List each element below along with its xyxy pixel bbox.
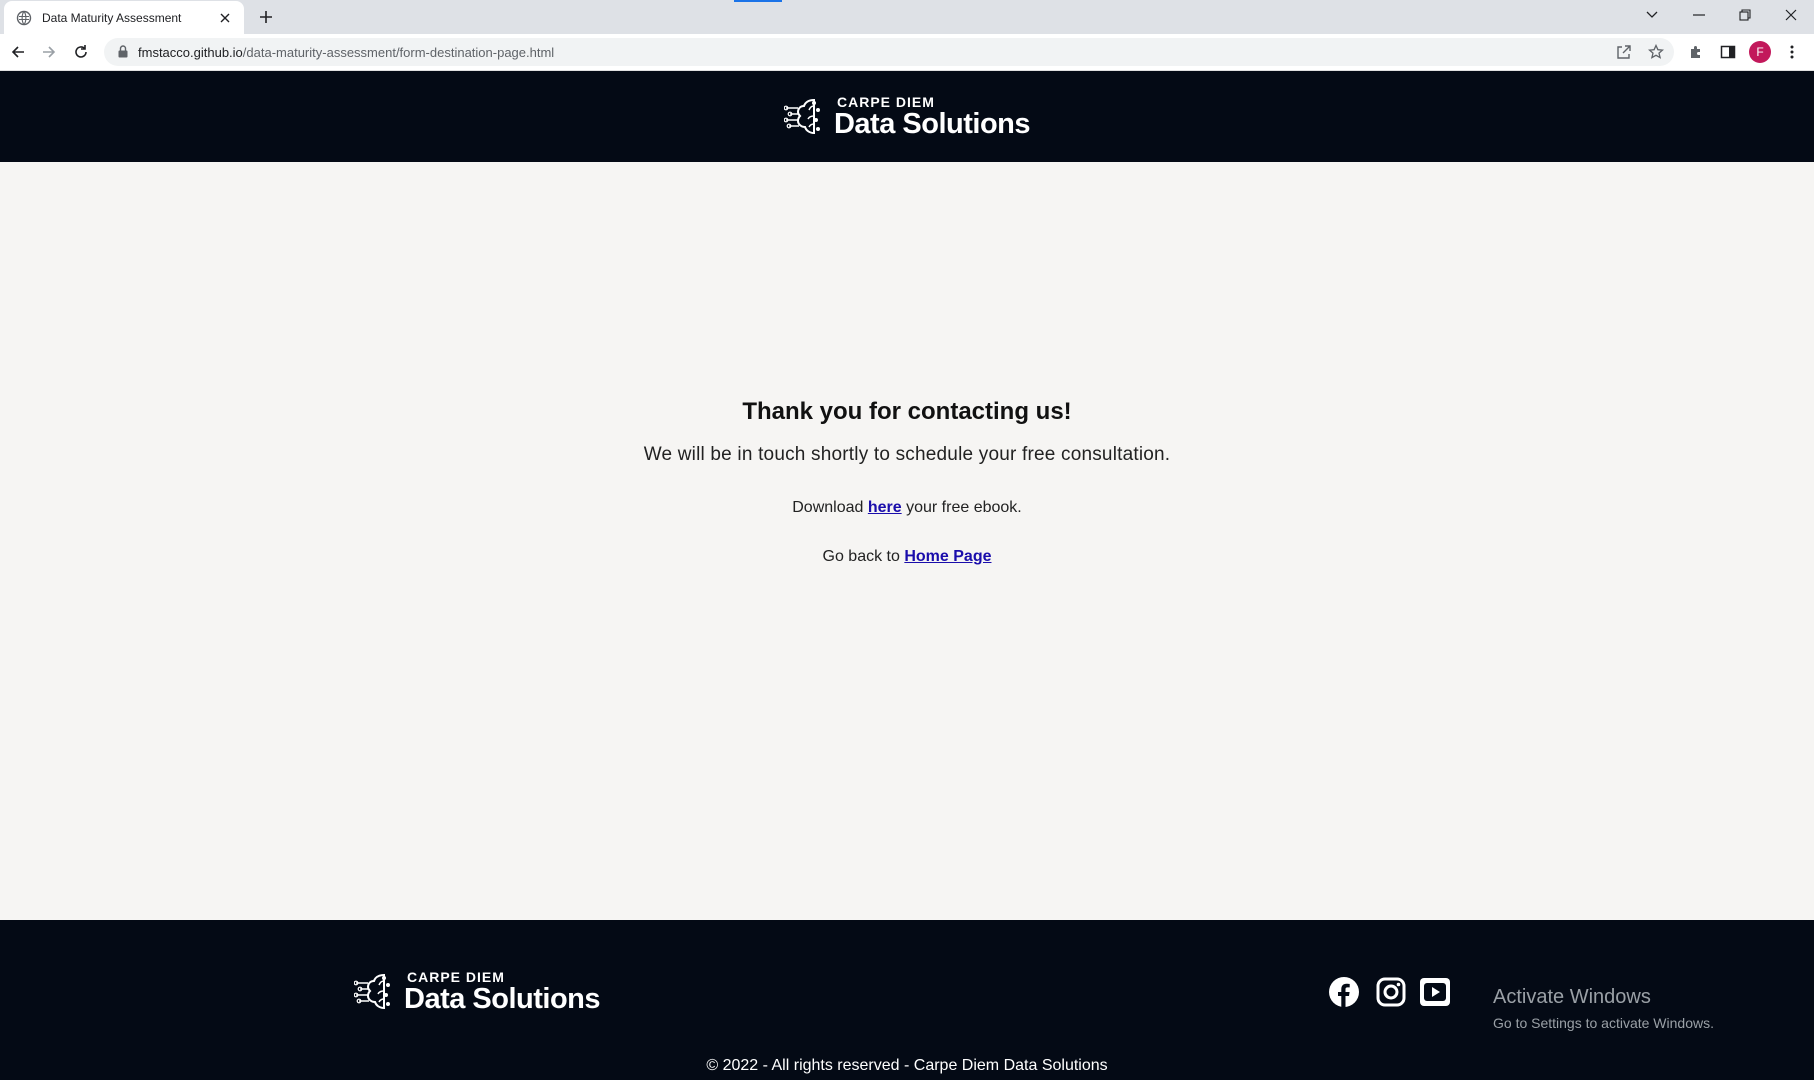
- activate-title: Activate Windows: [1493, 986, 1651, 1008]
- url-text: fmstacco.github.io/data-maturity-assessm…: [138, 45, 554, 60]
- logo-top-text: CARPE DIEM: [836, 93, 935, 110]
- browser-tab[interactable]: Data Maturity Assessment: [4, 1, 244, 34]
- main-content: Thank you for contacting us! We will be …: [0, 162, 1814, 920]
- copyright-text: © 2022 - All rights reserved - Carpe Die…: [706, 1057, 1108, 1074]
- logo-bottom-text: Data Solutions: [404, 983, 601, 1015]
- restore-icon[interactable]: [1722, 0, 1768, 30]
- star-icon[interactable]: [1644, 40, 1668, 64]
- logo-top-text: CARPE DIEM: [407, 969, 505, 985]
- window-close-icon[interactable]: [1768, 0, 1814, 30]
- back-prefix: Go back to: [822, 548, 900, 565]
- back-icon[interactable]: [6, 40, 30, 64]
- profile-avatar[interactable]: F: [1749, 41, 1771, 63]
- address-bar[interactable]: fmstacco.github.io/data-maturity-assessm…: [104, 38, 1674, 66]
- activate-subtitle: Go to Settings to activate Windows.: [1493, 1015, 1714, 1031]
- footer-logo[interactable]: CARPE DIEM Data Solutions: [354, 969, 601, 1015]
- lock-icon[interactable]: [118, 45, 130, 59]
- forward-icon[interactable]: [37, 40, 61, 64]
- chevron-down-icon[interactable]: [1629, 0, 1675, 30]
- share-icon[interactable]: [1612, 40, 1636, 64]
- site-footer: CARPE DIEM Data Solutions Activate Windo…: [0, 920, 1814, 1080]
- download-prefix: Download: [792, 499, 864, 516]
- browser-tab-strip: Data Maturity Assessment: [0, 0, 1814, 34]
- instagram-icon[interactable]: [1375, 976, 1407, 1008]
- header-logo[interactable]: CARPE DIEM Data Solutions: [783, 93, 1031, 140]
- logo-wordmark: CARPE DIEM Data Solutions: [833, 93, 1031, 140]
- windows-activation-watermark: Activate Windows Go to Settings to activ…: [1493, 986, 1714, 1031]
- ebook-download-link[interactable]: here: [868, 499, 902, 516]
- plus-icon[interactable]: [255, 6, 277, 28]
- globe-icon: [16, 10, 32, 26]
- site-header: CARPE DIEM Data Solutions: [0, 71, 1814, 162]
- kebab-menu-icon[interactable]: [1780, 40, 1804, 64]
- close-icon[interactable]: [216, 9, 234, 27]
- reload-icon[interactable]: [69, 40, 93, 64]
- thank-you-section: Thank you for contacting us! We will be …: [0, 398, 1814, 566]
- tab-loading-indicator: [734, 0, 782, 2]
- page-title: Thank you for contacting us!: [742, 398, 1072, 425]
- side-panel-icon[interactable]: [1716, 40, 1740, 64]
- brain-circuit-icon: [354, 971, 402, 1013]
- logo-bottom-text: Data Solutions: [833, 107, 1031, 140]
- tab-title: Data Maturity Assessment: [42, 10, 182, 25]
- minimize-icon[interactable]: [1676, 0, 1722, 30]
- download-suffix: your free ebook.: [906, 499, 1022, 516]
- youtube-icon[interactable]: [1419, 976, 1451, 1008]
- url-host: fmstacco.github.io: [138, 44, 243, 60]
- browser-toolbar: fmstacco.github.io/data-maturity-assessm…: [0, 34, 1814, 71]
- extensions-icon[interactable]: [1684, 40, 1708, 64]
- home-page-link[interactable]: Home Page: [904, 548, 991, 565]
- url-path: /data-maturity-assessment/form-destinati…: [242, 44, 555, 60]
- confirmation-message: We will be in touch shortly to schedule …: [643, 444, 1171, 465]
- facebook-icon[interactable]: [1328, 976, 1360, 1008]
- brain-circuit-icon: [783, 96, 832, 138]
- home-line: Go back to Home Page: [0, 548, 1814, 566]
- logo-wordmark: CARPE DIEM Data Solutions: [404, 969, 601, 1015]
- download-line: Download here your free ebook.: [0, 499, 1814, 517]
